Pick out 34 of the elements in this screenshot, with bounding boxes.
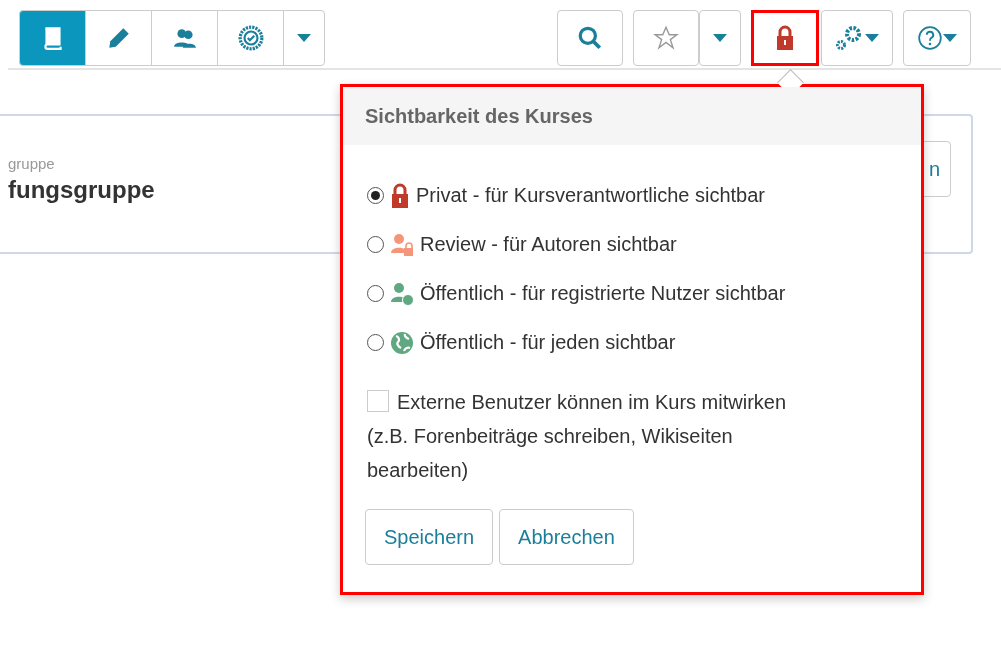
popover-title: Sichtbarkeit des Kurses [343, 87, 921, 145]
help-icon [917, 25, 943, 51]
caret-icon [943, 34, 957, 42]
card-title: fungsgruppe [8, 175, 155, 204]
caret-icon [865, 34, 879, 42]
badge-icon [237, 25, 264, 51]
toolbar-button[interactable] [821, 10, 893, 66]
toolbar-button[interactable] [751, 10, 819, 66]
toolbar-button[interactable] [903, 10, 971, 66]
card-label: gruppe [8, 154, 56, 172]
toolbar-button[interactable] [699, 10, 741, 66]
save-button[interactable]: Speichern [365, 509, 494, 565]
globe-icon [390, 330, 414, 355]
user-globe-icon [390, 281, 414, 306]
checkbox[interactable] [367, 390, 389, 412]
toolbar-button[interactable] [557, 10, 623, 66]
toolbar-button[interactable] [283, 10, 325, 66]
cancel-button[interactable]: Abbrechen [499, 509, 634, 565]
option-label: Öffentlich - für registrierte Nutzer sichtbar [420, 282, 786, 305]
star-icon [653, 25, 679, 51]
option-label: Review - für Autoren sichtbar [420, 233, 677, 256]
search-icon [577, 25, 603, 51]
toolbar-button[interactable] [85, 10, 152, 66]
lock-icon [390, 182, 410, 209]
caret-icon [297, 34, 311, 42]
option-label: Öffentlich - für jeden sichtbar [420, 331, 676, 354]
toolbar-button[interactable] [151, 10, 218, 66]
caret-icon [713, 34, 727, 42]
checkbox-label: Externe Benutzer können im Kurs mitwirken (z.B. Forenbeiträge schreiben, Wikiseiten bearbeiten) [367, 389, 788, 483]
toolbar-button[interactable] [217, 10, 284, 66]
lock-icon [775, 25, 795, 51]
user-lock-icon [390, 232, 414, 257]
option-label: Privat - für Kursverantwortliche sichtbar [416, 184, 765, 207]
toolbar-button[interactable] [19, 10, 86, 66]
